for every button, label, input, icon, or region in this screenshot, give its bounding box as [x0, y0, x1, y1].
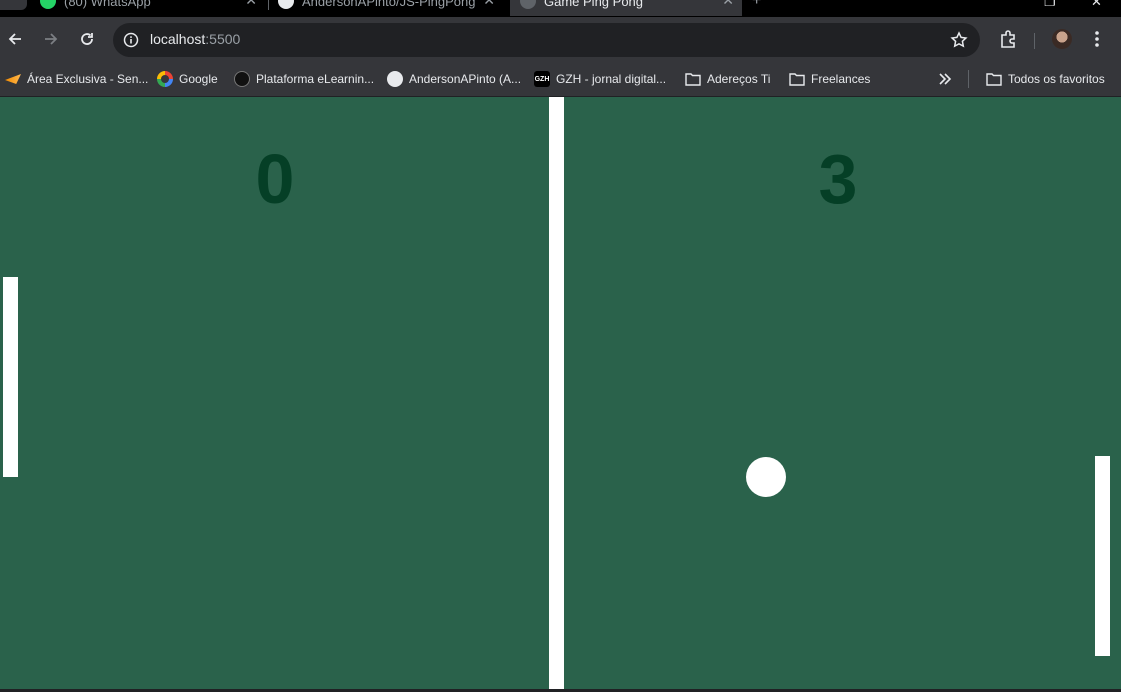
- close-window-icon[interactable]: ✕: [1091, 0, 1102, 10]
- bookmark-folder-aderecos[interactable]: Adereços Ti: [685, 69, 770, 89]
- toolbar-divider: [1034, 33, 1035, 49]
- whatsapp-icon: [40, 0, 56, 9]
- restore-window-icon[interactable]: ❐: [1044, 0, 1056, 10]
- bookmark-google[interactable]: Google: [157, 69, 218, 89]
- browser-toolbar: localhost:5500: [0, 17, 1121, 62]
- tab-github[interactable]: AndersonAPinto/JS-PingPong ✕: [278, 0, 503, 16]
- site-info-icon[interactable]: [123, 32, 139, 53]
- github-icon: [278, 0, 294, 9]
- more-bookmarks-icon[interactable]: [937, 71, 953, 92]
- bookmark-label: Adereços Ti: [707, 72, 771, 86]
- bookmark-label: Área Exclusiva - Sen...: [27, 72, 149, 86]
- profile-avatar[interactable]: [1052, 29, 1072, 49]
- bookmark-all-favorites[interactable]: Todos os favoritos: [986, 69, 1105, 89]
- url-host: localhost: [150, 31, 206, 47]
- bookmark-label: Plataforma eLearnin...: [256, 72, 375, 86]
- kebab-menu-icon[interactable]: [1089, 29, 1105, 54]
- reload-button[interactable]: [77, 29, 97, 49]
- close-icon[interactable]: ✕: [722, 0, 734, 9]
- tab-label: (80) WhatsApp: [64, 0, 151, 9]
- left-paddle[interactable]: [3, 277, 18, 477]
- forward-button[interactable]: [41, 29, 61, 49]
- extensions-icon[interactable]: [998, 29, 1018, 54]
- address-bar[interactable]: localhost:5500: [113, 23, 980, 57]
- ball: [746, 457, 786, 497]
- folder-icon: [685, 71, 701, 87]
- url-port: :5500: [205, 31, 241, 47]
- reload-icon: [81, 33, 93, 45]
- folder-icon: [986, 71, 1002, 87]
- back-button[interactable]: [5, 29, 25, 49]
- bookmark-github-profile[interactable]: AndersonAPinto (A...: [387, 69, 521, 89]
- globe-icon: [520, 0, 536, 9]
- bookmarks-divider: [968, 70, 969, 88]
- right-paddle: [1095, 456, 1110, 656]
- opponent-score: 3: [818, 140, 858, 218]
- bookmark-senac[interactable]: Área Exclusiva - Sen...: [5, 69, 148, 89]
- bookmarks-bar: Área Exclusiva - Sen... Google Plataform…: [0, 62, 1121, 97]
- bookmark-gzh[interactable]: GZH GZH - jornal digital...: [534, 69, 666, 89]
- bookmark-label: Freelances: [811, 72, 871, 86]
- bookmark-label: Todos os favoritos: [1008, 72, 1105, 86]
- tab-divider: [268, 0, 269, 10]
- tab-search-button[interactable]: [0, 0, 27, 10]
- new-tab-icon[interactable]: +: [752, 0, 761, 10]
- url-text[interactable]: localhost:5500: [150, 31, 240, 47]
- game-field[interactable]: 0 3: [0, 97, 1121, 689]
- bookmark-folder-freelances[interactable]: Freelances: [789, 69, 870, 89]
- tab-game-ping-pong[interactable]: Game Ping Pong ✕: [510, 0, 742, 16]
- arrow-left-icon: [8, 33, 21, 45]
- bookmark-label: GZH - jornal digital...: [556, 72, 667, 86]
- arrow-right-icon: [45, 33, 58, 45]
- bookmark-label: Google: [179, 72, 218, 86]
- gzh-icon: GZH: [534, 71, 550, 87]
- folder-icon: [789, 71, 805, 87]
- tab-whatsapp[interactable]: (80) WhatsApp ✕: [40, 0, 265, 16]
- elearning-icon: [234, 71, 250, 87]
- senac-icon: [5, 71, 21, 87]
- github-icon: [387, 71, 403, 87]
- center-net: [549, 97, 564, 689]
- tab-strip: (80) WhatsApp ✕ AndersonAPinto/JS-PingPo…: [0, 0, 1121, 17]
- close-icon[interactable]: ✕: [483, 0, 495, 9]
- player-score: 0: [255, 140, 295, 218]
- close-icon[interactable]: ✕: [245, 0, 257, 9]
- tab-label: AndersonAPinto/JS-PingPong: [302, 0, 476, 9]
- google-icon: [157, 71, 173, 87]
- bookmark-star-icon[interactable]: [950, 31, 968, 54]
- tab-label: Game Ping Pong: [544, 0, 644, 9]
- bookmark-elearning[interactable]: Plataforma eLearnin...: [234, 69, 374, 89]
- bookmark-label: AndersonAPinto (A...: [409, 72, 522, 86]
